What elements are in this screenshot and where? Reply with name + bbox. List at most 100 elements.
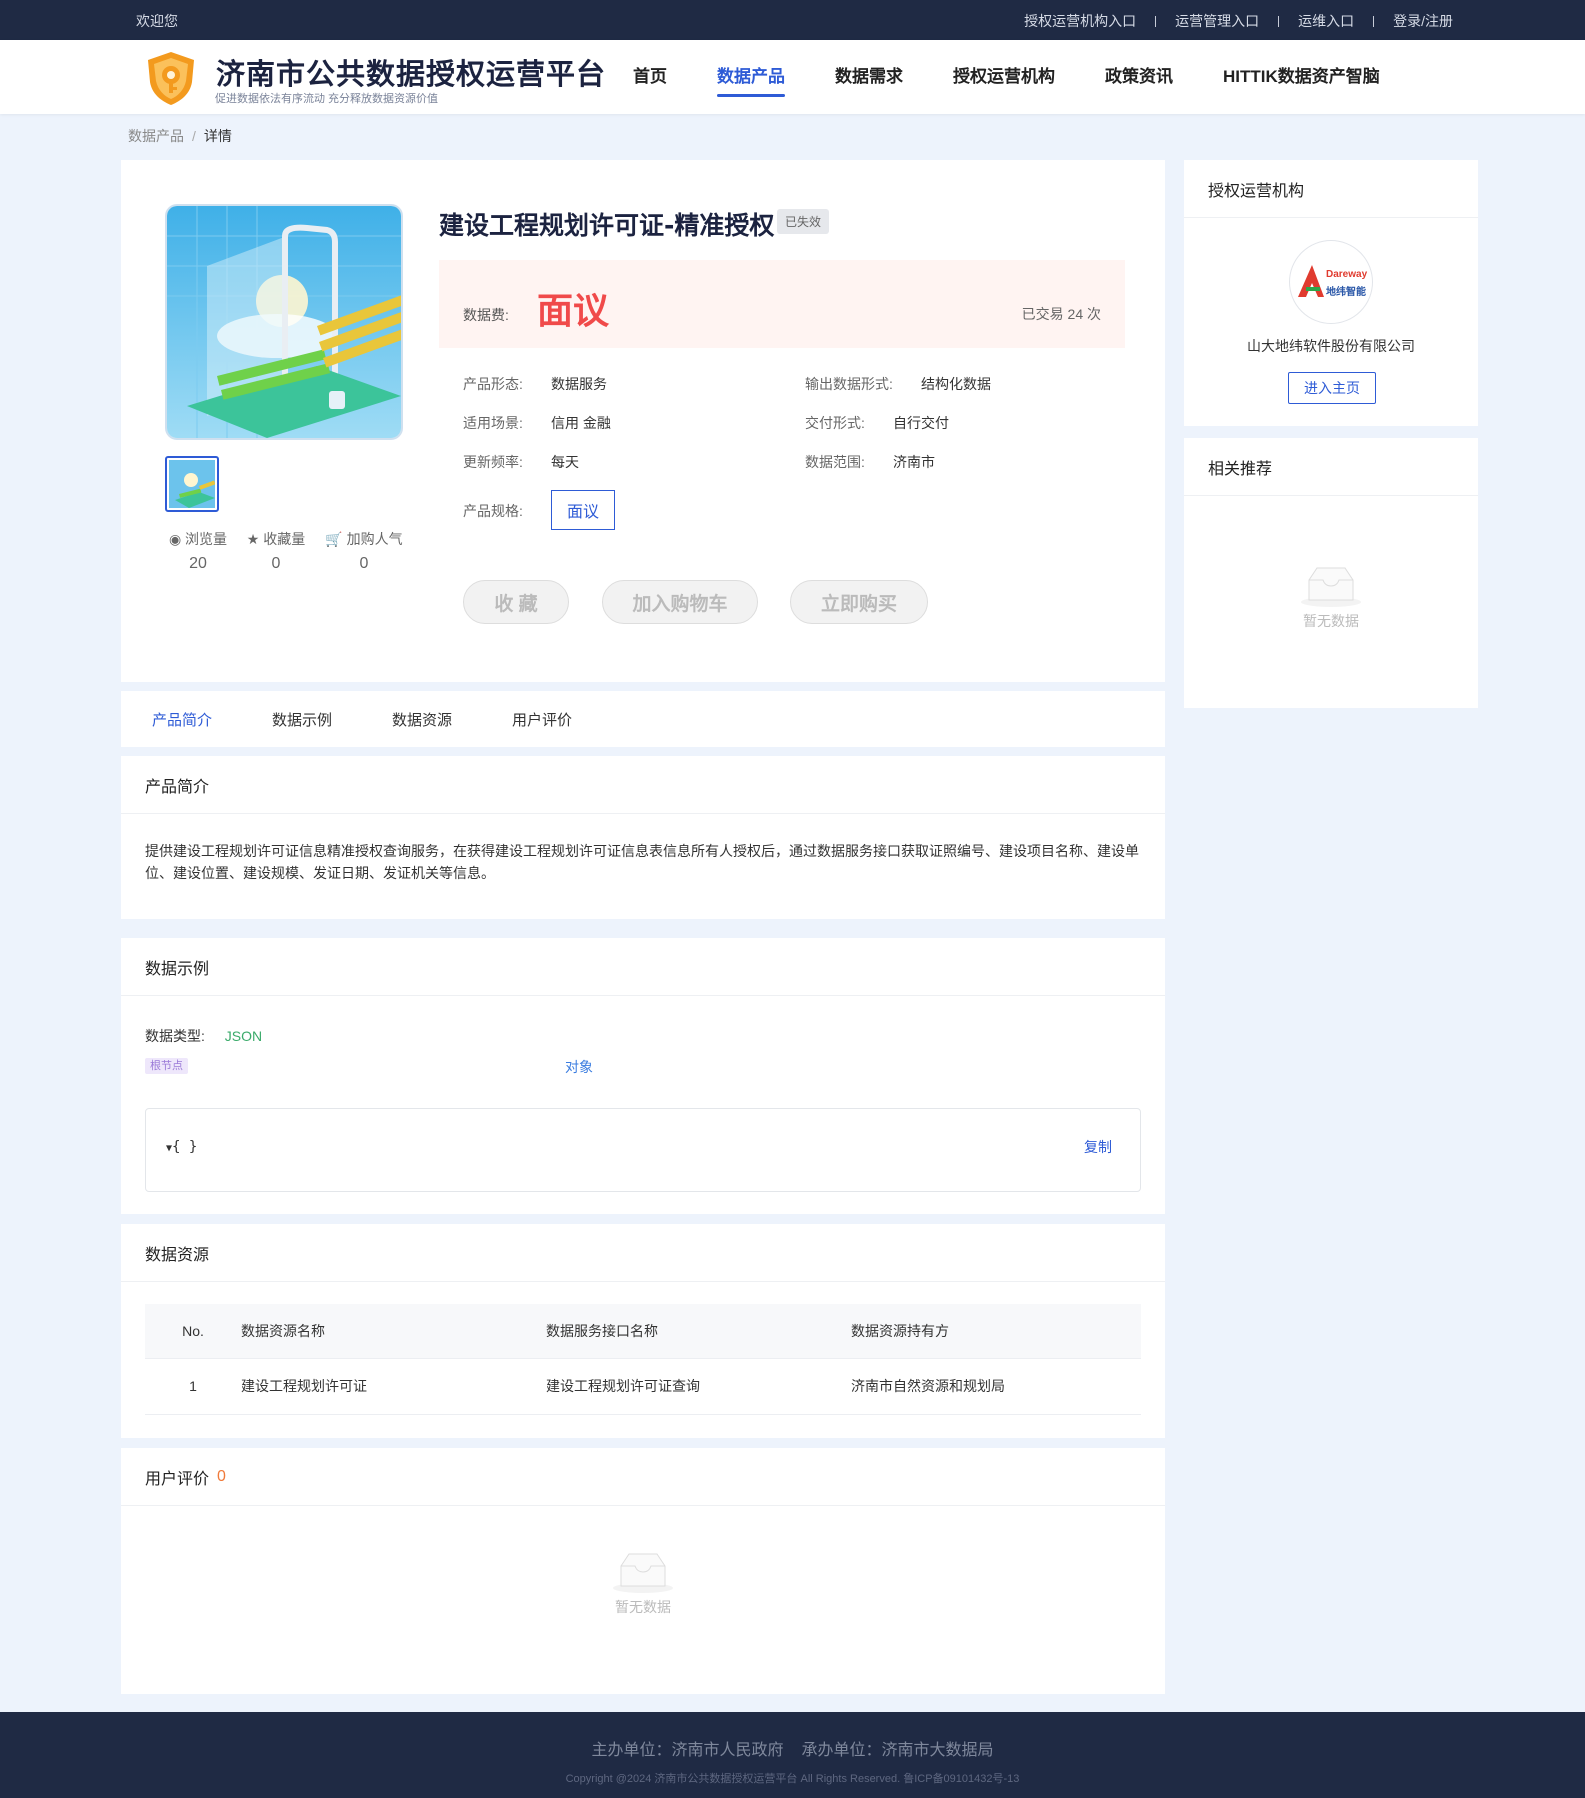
attr-spec: 产品规格: — [463, 501, 523, 521]
attr-key: 更新频率: — [463, 454, 523, 470]
attr-value: 济南市 — [893, 454, 935, 470]
empty-box-icon — [1301, 567, 1361, 607]
reviews-empty: 暂无数据 — [583, 1550, 703, 1617]
attr-value: 数据服务 — [551, 376, 607, 392]
welcome-text: 欢迎您 — [136, 13, 178, 29]
product-image — [165, 204, 403, 440]
fav-stat: ★ 收藏量 0 — [243, 529, 309, 573]
nav-home[interactable]: 首页 — [633, 62, 667, 97]
product-title: 建设工程规划许可证-精准授权 — [439, 211, 775, 240]
root-tag: 根节点 — [145, 1058, 188, 1074]
login-register-link[interactable]: 登录/注册 — [1393, 11, 1453, 31]
recommend-card: 相关推荐 暂无数据 — [1184, 438, 1478, 708]
views-stat: ◉ 浏览量 20 — [165, 529, 231, 573]
tab-example[interactable]: 数据示例 — [272, 709, 332, 730]
example-title: 数据示例 — [121, 938, 1165, 996]
col-api-name: 数据服务接口名称 — [546, 1304, 851, 1359]
tab-reviews[interactable]: 用户评价 — [512, 709, 572, 730]
shield-logo-icon[interactable] — [142, 49, 200, 107]
attr-delivery: 交付形式: 自行交付 — [805, 413, 949, 433]
root-node-tag: 根节点 — [145, 1056, 188, 1074]
site-title[interactable]: 济南市公共数据授权运营平台 — [216, 51, 606, 93]
attr-value: 信用 金融 — [551, 415, 611, 431]
org-entry-link[interactable]: 授权运营机构入口 — [1024, 11, 1136, 31]
attr-key: 产品规格: — [463, 503, 523, 519]
reviews-title: 用户评价 — [145, 1470, 210, 1488]
star-icon: ★ — [246, 531, 260, 547]
attr-value: 自行交付 — [893, 415, 949, 431]
site-subtitle: 促进数据依法有序流动 充分释放数据资源价值 — [215, 93, 439, 105]
traded-count: 已交易 24 次 — [1021, 306, 1101, 322]
cell-api-name: 建设工程规划许可证查询 — [546, 1358, 851, 1415]
recommend-title: 相关推荐 — [1184, 438, 1478, 496]
maintenance-entry-link[interactable]: 运维入口 — [1298, 11, 1354, 31]
org-name: 山大地纬软件股份有限公司 — [1247, 338, 1415, 354]
intro-section: 产品简介 提供建设工程规划许可证信息精准授权查询服务，在获得建设工程规划许可证信… — [121, 756, 1165, 919]
example-section: 数据示例 数据类型: JSON 根节点 对象 ▼{ } 复制 — [121, 938, 1165, 1214]
thumbnail[interactable] — [165, 456, 219, 512]
org-logo-text-cn: 地纬智能 — [1326, 287, 1366, 298]
cart-stat: 🛒 加购人气 0 — [323, 529, 405, 573]
json-tree[interactable]: ▼{ } — [166, 1139, 197, 1155]
nav-hittik[interactable]: HITTIK数据资产智脑 — [1223, 62, 1380, 97]
col-holder: 数据资源持有方 — [851, 1304, 1141, 1359]
empty-box-icon — [613, 1553, 673, 1593]
json-viewer: ▼{ } 复制 — [145, 1108, 1141, 1192]
site-header: 济南市公共数据授权运营平台 促进数据依法有序流动 充分释放数据资源价值 首页 数… — [0, 40, 1585, 114]
spec-option-button[interactable]: 面议 — [551, 490, 615, 530]
divider — [1373, 15, 1375, 27]
attr-key: 输出数据形式: — [805, 376, 893, 392]
top-links: 授权运营机构入口 运营管理入口 运维入口 登录/注册 — [1024, 11, 1453, 31]
nav-operators[interactable]: 授权运营机构 — [953, 62, 1055, 97]
top-bar: 欢迎您 授权运营机构入口 运营管理入口 运维入口 登录/注册 — [0, 0, 1585, 40]
fav-count: 0 — [271, 555, 281, 572]
intro-text: 提供建设工程规划许可证信息精准授权查询服务，在获得建设工程规划许可证信息表信息所… — [145, 843, 1139, 881]
price-value: 面议 — [537, 291, 610, 332]
nav-data-demand[interactable]: 数据需求 — [835, 62, 903, 97]
tab-intro[interactable]: 产品简介 — [152, 709, 212, 730]
resources-table: No. 数据资源名称 数据服务接口名称 数据资源持有方 1 建设工程规划许可证 … — [145, 1304, 1141, 1415]
org-title: 授权运营机构 — [1184, 160, 1478, 218]
attr-scene: 适用场景: 信用 金融 — [463, 413, 611, 433]
price-label: 数据费: — [463, 307, 509, 323]
attr-range: 数据范围: 济南市 — [805, 452, 935, 472]
breadcrumb: 数据产品 / 详情 — [128, 126, 232, 146]
buy-now-button[interactable]: 立即购买 — [790, 580, 928, 624]
site-footer: 主办单位：济南市人民政府 承办单位：济南市大数据局 Copyright @2024… — [0, 1712, 1585, 1798]
resources-section: 数据资源 No. 数据资源名称 数据服务接口名称 数据资源持有方 1 建设工程规… — [121, 1224, 1165, 1438]
attr-key: 产品形态: — [463, 376, 523, 392]
breadcrumb-separator: / — [192, 128, 196, 144]
breadcrumb-parent[interactable]: 数据产品 — [128, 128, 184, 144]
product-card: ◉ 浏览量 20 ★ 收藏量 0 🛒 加购人气 0 建设工程规划许可证-精准授权… — [121, 160, 1165, 682]
enter-homepage-button[interactable]: 进入主页 — [1288, 372, 1376, 404]
breadcrumb-current: 详情 — [203, 128, 232, 144]
cell-holder: 济南市自然资源和规划局 — [851, 1358, 1141, 1415]
footer-copyright: Copyright @2024 济南市公共数据授权运营平台 All Rights… — [565, 1773, 1020, 1785]
nav-policy-news[interactable]: 政策资讯 — [1105, 62, 1173, 97]
views-label: 浏览量 — [185, 531, 228, 547]
intro-title: 产品简介 — [121, 756, 1165, 814]
cell-resource-name: 建设工程规划许可证 — [241, 1358, 546, 1415]
copy-button[interactable]: 复制 — [1084, 1137, 1112, 1157]
favorite-button[interactable]: 收 藏 — [463, 580, 569, 624]
cart-label: 加购人气 — [346, 531, 403, 547]
attr-key: 数据范围: — [805, 454, 865, 470]
price-box: 数据费: 面议 已交易 24 次 — [439, 260, 1125, 348]
divider — [1155, 15, 1157, 27]
data-type-row: 数据类型: JSON — [145, 1026, 262, 1046]
data-type-label: 数据类型: — [145, 1028, 205, 1044]
empty-text: 暂无数据 — [1303, 613, 1359, 629]
nav-data-products[interactable]: 数据产品 — [717, 62, 785, 97]
reviews-head: 用户评价 0 — [121, 1448, 1165, 1506]
reviews-section: 用户评价 0 暂无数据 — [121, 1448, 1165, 1694]
add-to-cart-button[interactable]: 加入购物车 — [602, 580, 758, 624]
eye-icon: ◉ — [168, 531, 182, 547]
attr-output: 输出数据形式: 结构化数据 — [805, 374, 991, 394]
attr-value: 每天 — [551, 454, 579, 470]
main-nav: 首页 数据产品 数据需求 授权运营机构 政策资讯 HITTIK数据资产智脑 — [633, 62, 1430, 97]
reviews-count: 0 — [217, 1467, 226, 1485]
tab-resources[interactable]: 数据资源 — [392, 709, 452, 730]
resources-title: 数据资源 — [121, 1224, 1165, 1282]
org-logo: Dareway 地纬智能 — [1289, 240, 1373, 324]
ops-entry-link[interactable]: 运营管理入口 — [1175, 11, 1259, 31]
